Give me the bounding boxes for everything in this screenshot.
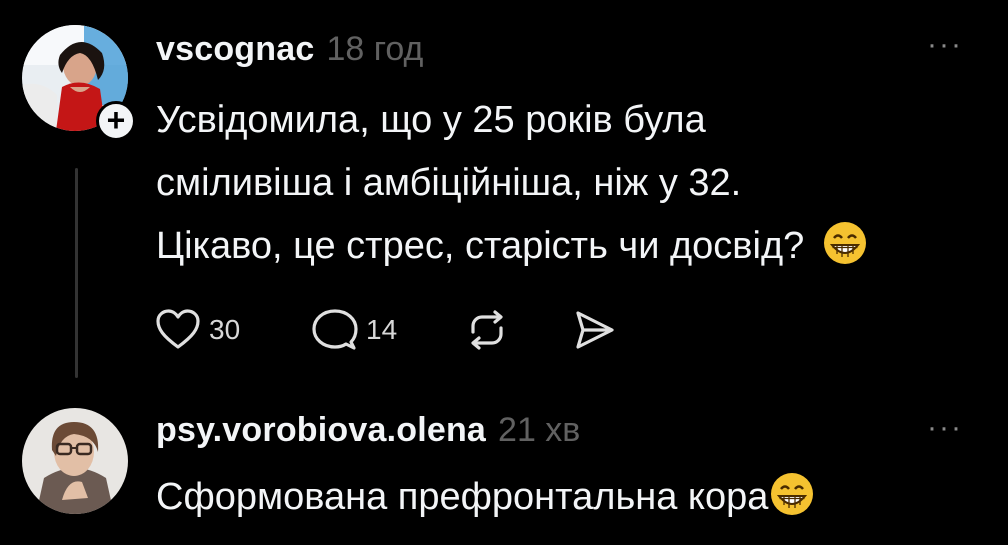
post-line: Цікаво, це стрес, старість чи досвід? [156, 215, 867, 279]
post-line: Сформована префронтальна кора [156, 476, 769, 518]
plus-icon: + [106, 102, 126, 138]
timestamp: 21 хв [498, 411, 581, 449]
avatar[interactable] [22, 408, 128, 514]
timestamp: 18 год [326, 30, 424, 68]
comment-icon [312, 309, 358, 350]
more-icon[interactable]: ··· [927, 411, 963, 445]
grin-emoji-icon [768, 467, 814, 530]
post-line: сміливіша і амбіційніша, ніж у 32. [156, 162, 742, 204]
post-line: Усвідомила, що у 25 років була [156, 99, 706, 141]
like-count: 30 [209, 314, 241, 345]
share-icon [576, 311, 614, 349]
like-button[interactable]: 30 [155, 308, 240, 352]
follow-button[interactable]: + [96, 101, 136, 141]
repost-icon [471, 310, 503, 350]
post-text: Сформована префронтальна кора [156, 466, 814, 530]
thread-line [75, 168, 78, 378]
repost-button[interactable] [465, 308, 509, 352]
post-header: vscognac 18 год [156, 30, 423, 69]
post-text: Усвідомила, що у 25 років була сміливіша… [156, 89, 867, 279]
comment-button[interactable]: 14 [312, 308, 397, 352]
comment-count: 14 [366, 314, 398, 345]
more-icon[interactable]: ··· [927, 28, 963, 62]
grin-emoji-icon [815, 216, 867, 279]
heart-icon [156, 309, 200, 349]
username[interactable]: psy.vorobiova.olena [156, 411, 486, 449]
share-button[interactable] [572, 308, 616, 352]
post-header: psy.vorobiova.olena 21 хв [156, 411, 580, 450]
username[interactable]: vscognac [156, 30, 314, 68]
